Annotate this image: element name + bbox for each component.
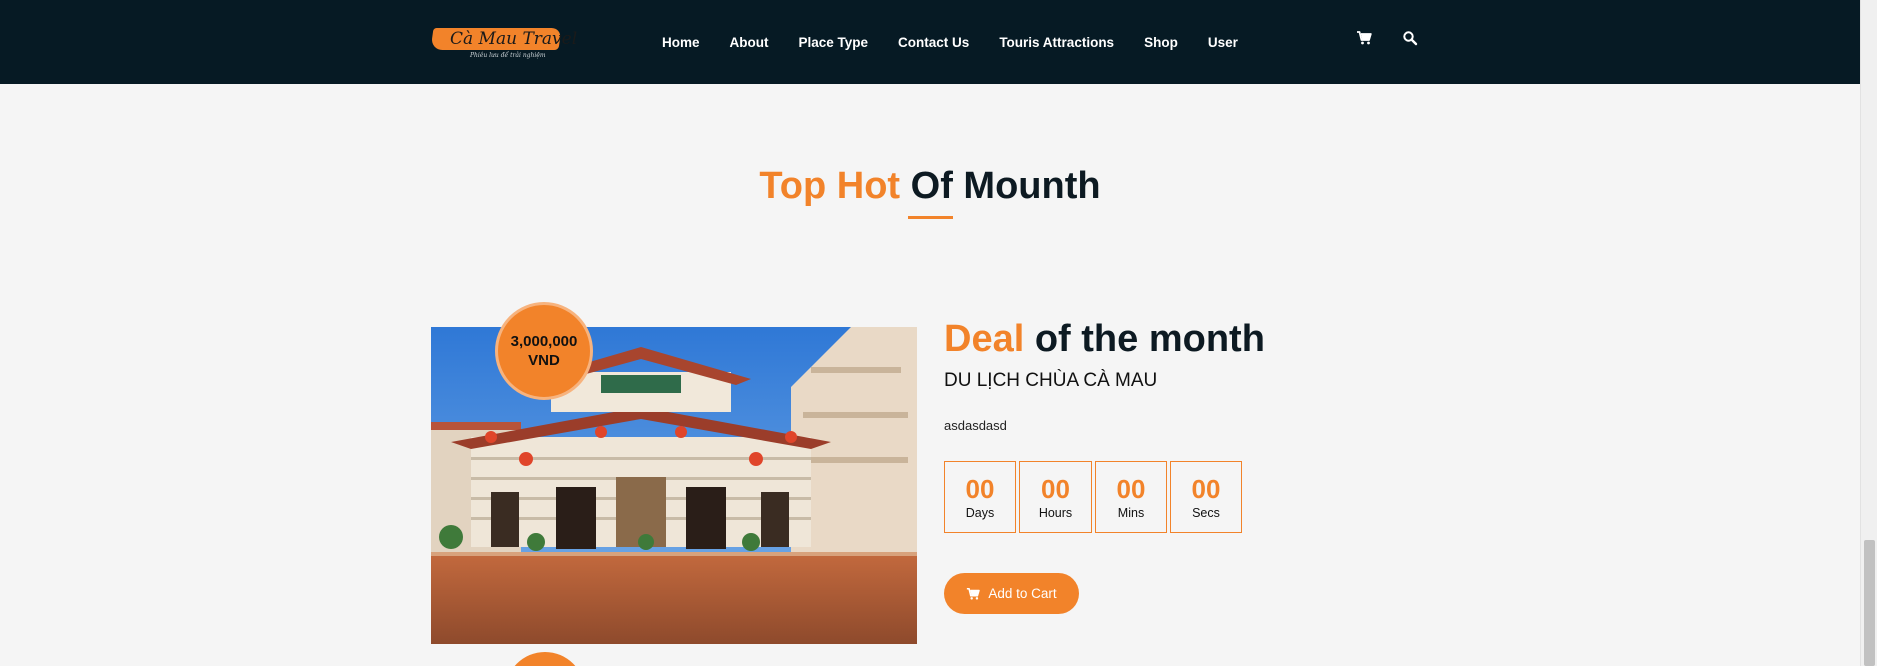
nav-home[interactable]: Home (662, 35, 700, 50)
countdown-label: Secs (1192, 506, 1220, 520)
search-icon[interactable] (1402, 30, 1418, 46)
countdown-label: Days (965, 506, 995, 520)
cart-icon (967, 587, 981, 600)
title-underline (908, 216, 953, 219)
nav-tourist-attractions[interactable]: Touris Attractions (999, 35, 1114, 50)
countdown-value: 00 (1116, 474, 1146, 504)
countdown-hours: 00 Hours (1019, 461, 1092, 533)
countdown-timer: 00 Days 00 Hours 00 Mins 00 Secs (944, 461, 1242, 533)
logo-tagline: Phiêu lưu để trải nghiệm (470, 52, 546, 59)
price-currency: VND (528, 352, 560, 369)
section-title-highlight: Top Hot (759, 165, 901, 207)
deal-name: DU LỊCH CHÙA CÀ MAU (944, 370, 1158, 391)
countdown-value: 00 (1191, 474, 1221, 504)
next-price-badge (505, 652, 585, 666)
main-nav: Home About Place Type Contact Us Touris … (662, 0, 1268, 84)
price-amount: 3,000,000 (510, 333, 578, 350)
add-to-cart-button[interactable]: Add to Cart (944, 573, 1079, 614)
countdown-label: Mins (1117, 506, 1145, 520)
countdown-label: Hours (1038, 506, 1073, 520)
header-icons (1356, 30, 1418, 46)
section-title-rest: Of Mounth (910, 165, 1101, 207)
nav-shop[interactable]: Shop (1144, 35, 1178, 50)
deal-heading-rest: of the month (1034, 318, 1265, 360)
nav-user[interactable]: User (1208, 35, 1238, 50)
cart-icon[interactable] (1356, 30, 1372, 46)
countdown-value: 00 (965, 474, 995, 504)
countdown-secs: 00 Secs (1170, 461, 1242, 533)
site-logo[interactable]: Cà Mau Travel Phiêu lưu để trải nghiệm (430, 22, 577, 64)
site-header: Cà Mau Travel Phiêu lưu để trải nghiệm H… (0, 0, 1860, 84)
page-scrollbar[interactable] (1860, 0, 1877, 666)
nav-contact-us[interactable]: Contact Us (898, 35, 969, 50)
deal-heading: Deal of the month (944, 318, 1265, 361)
add-to-cart-label: Add to Cart (988, 586, 1057, 601)
countdown-value: 00 (1041, 474, 1070, 504)
deal-description: asdasdasd (944, 418, 1007, 433)
scrollbar-thumb[interactable] (1864, 540, 1875, 666)
logo-text: Cà Mau Travel (450, 29, 578, 49)
price-badge: 3,000,000 VND (495, 302, 593, 400)
nav-place-type[interactable]: Place Type (799, 35, 869, 50)
deal-heading-highlight: Deal (944, 318, 1025, 360)
section-title: Top Hot Of Mounth (0, 165, 1860, 208)
countdown-mins: 00 Mins (1095, 461, 1167, 533)
countdown-days: 00 Days (944, 461, 1016, 533)
nav-about[interactable]: About (730, 35, 769, 50)
